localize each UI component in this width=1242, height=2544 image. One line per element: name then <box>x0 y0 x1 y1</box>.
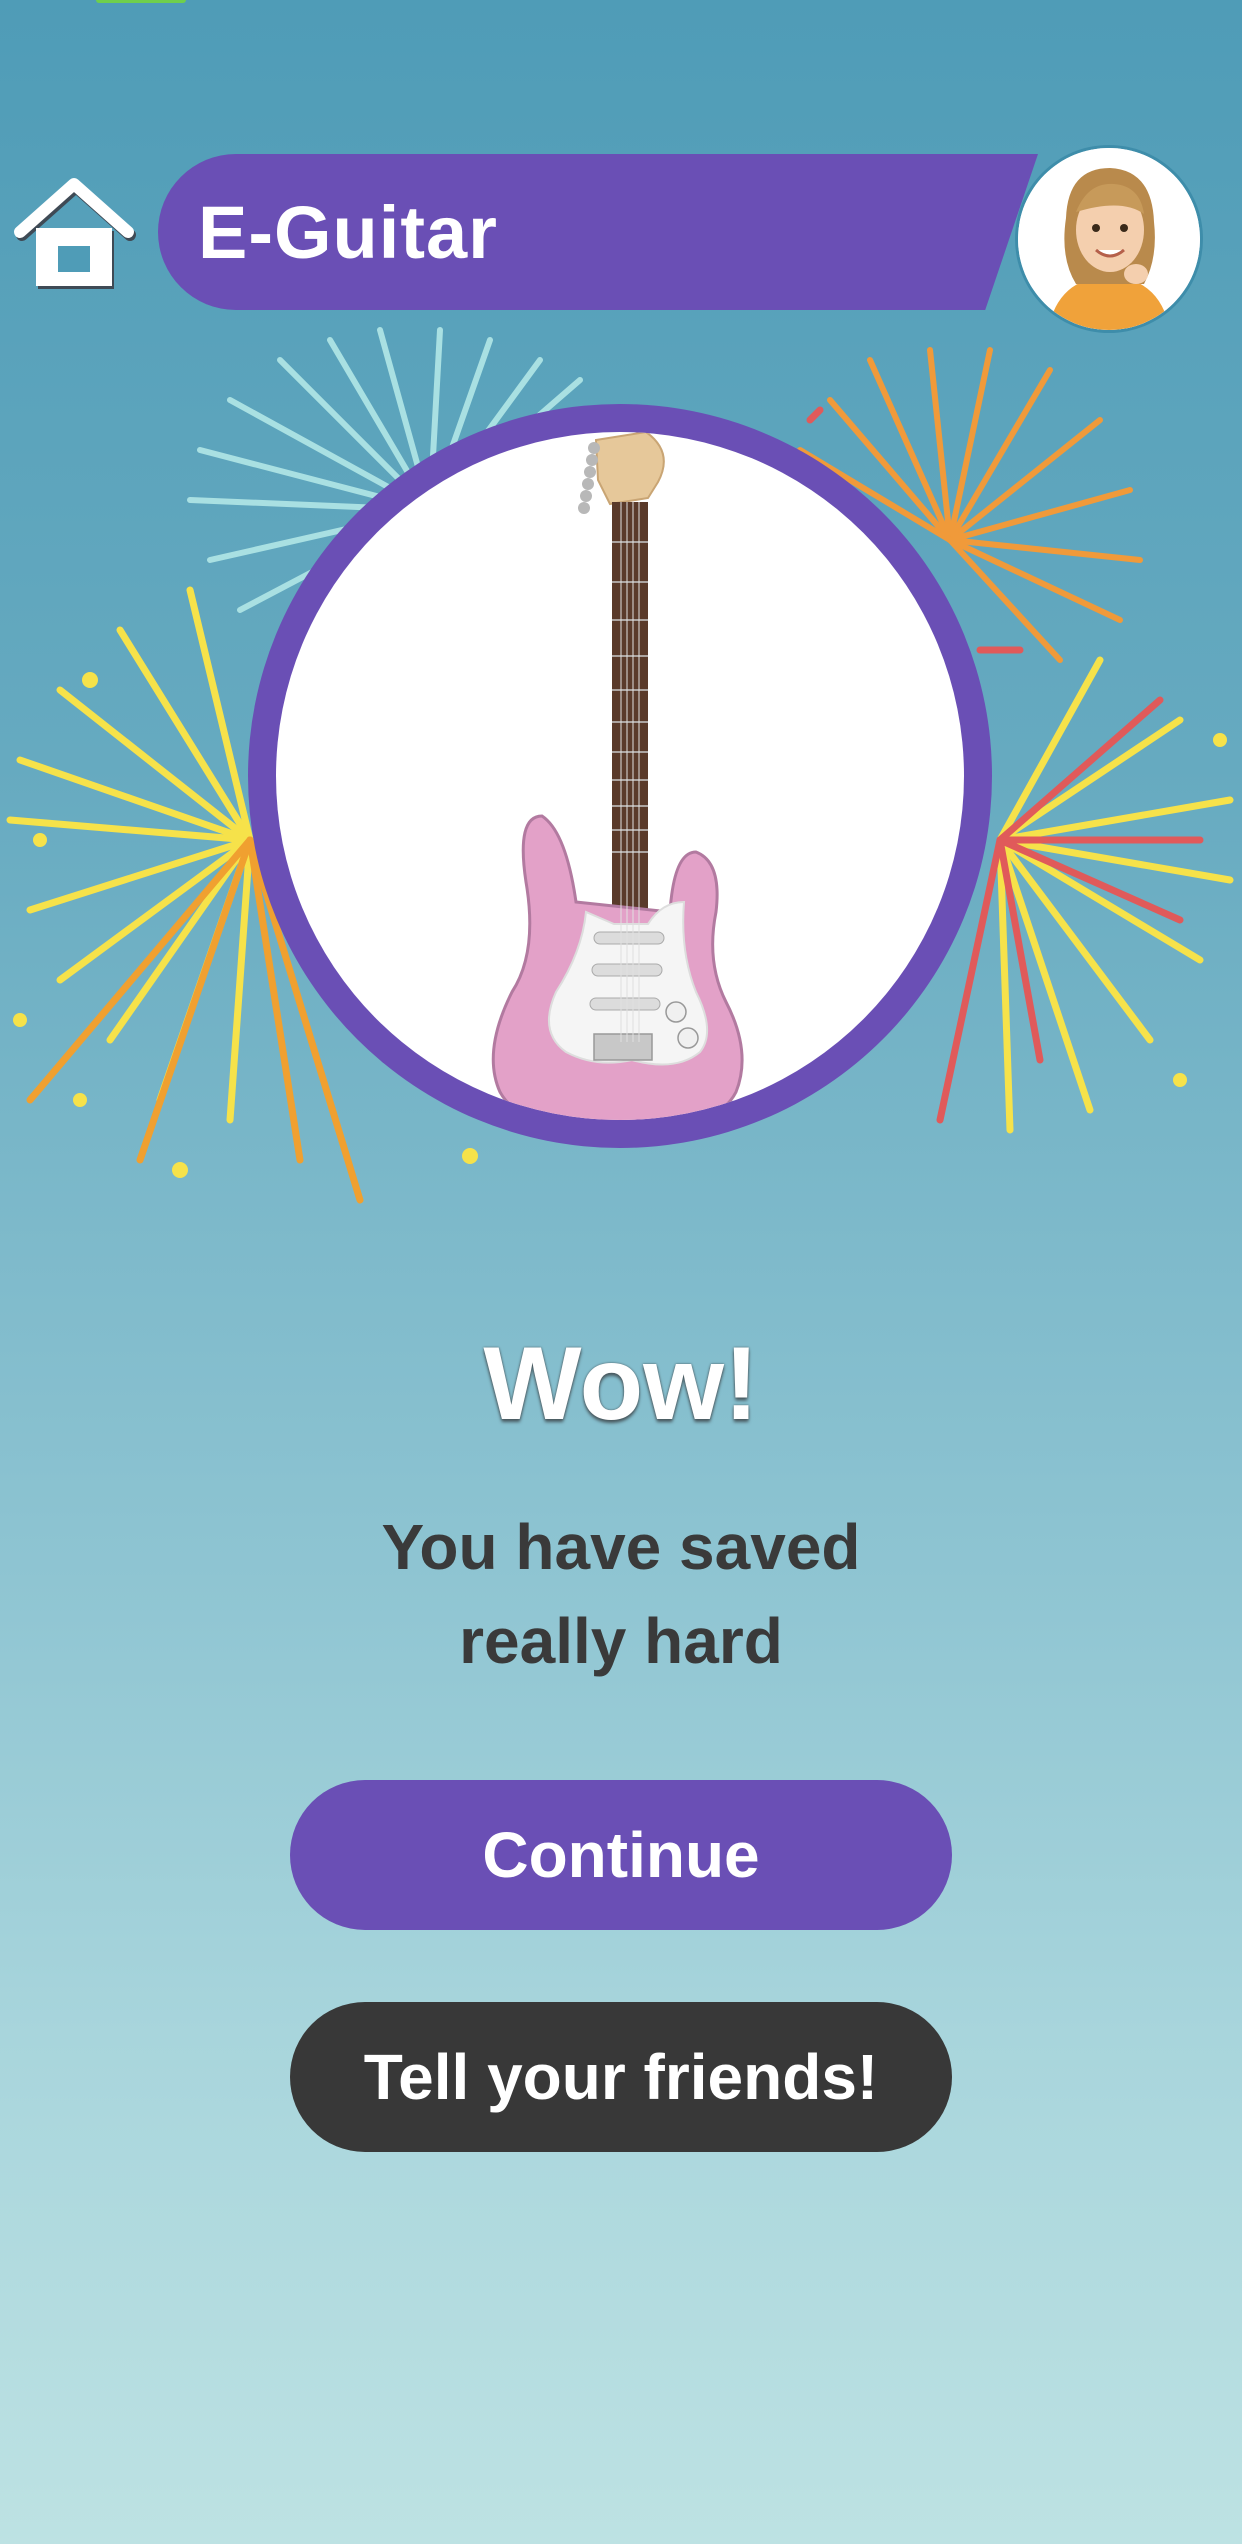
subtitle-line-1: You have saved <box>381 1511 861 1583</box>
headline: Wow! <box>483 1326 759 1442</box>
product-image-frame <box>248 404 992 1148</box>
firework-yellow-right <box>996 656 1234 1134</box>
tell-friends-button[interactable]: Tell your friends! <box>290 2002 952 2152</box>
title-banner: E-Guitar <box>158 154 1038 310</box>
continue-button[interactable]: Continue <box>290 1780 952 1930</box>
firework-yellow-left <box>6 586 254 1124</box>
product-image <box>276 432 964 1120</box>
subtitle: You have saved really hard <box>221 1500 1021 1688</box>
electric-guitar-icon <box>491 432 744 1120</box>
profile-avatar[interactable] <box>1018 148 1200 330</box>
page-title: E-Guitar <box>198 190 498 274</box>
status-indicator <box>96 0 186 3</box>
home-button[interactable] <box>12 170 136 294</box>
home-icon <box>14 178 136 289</box>
subtitle-line-2: really hard <box>459 1605 783 1677</box>
child-avatar-icon <box>1018 148 1200 330</box>
